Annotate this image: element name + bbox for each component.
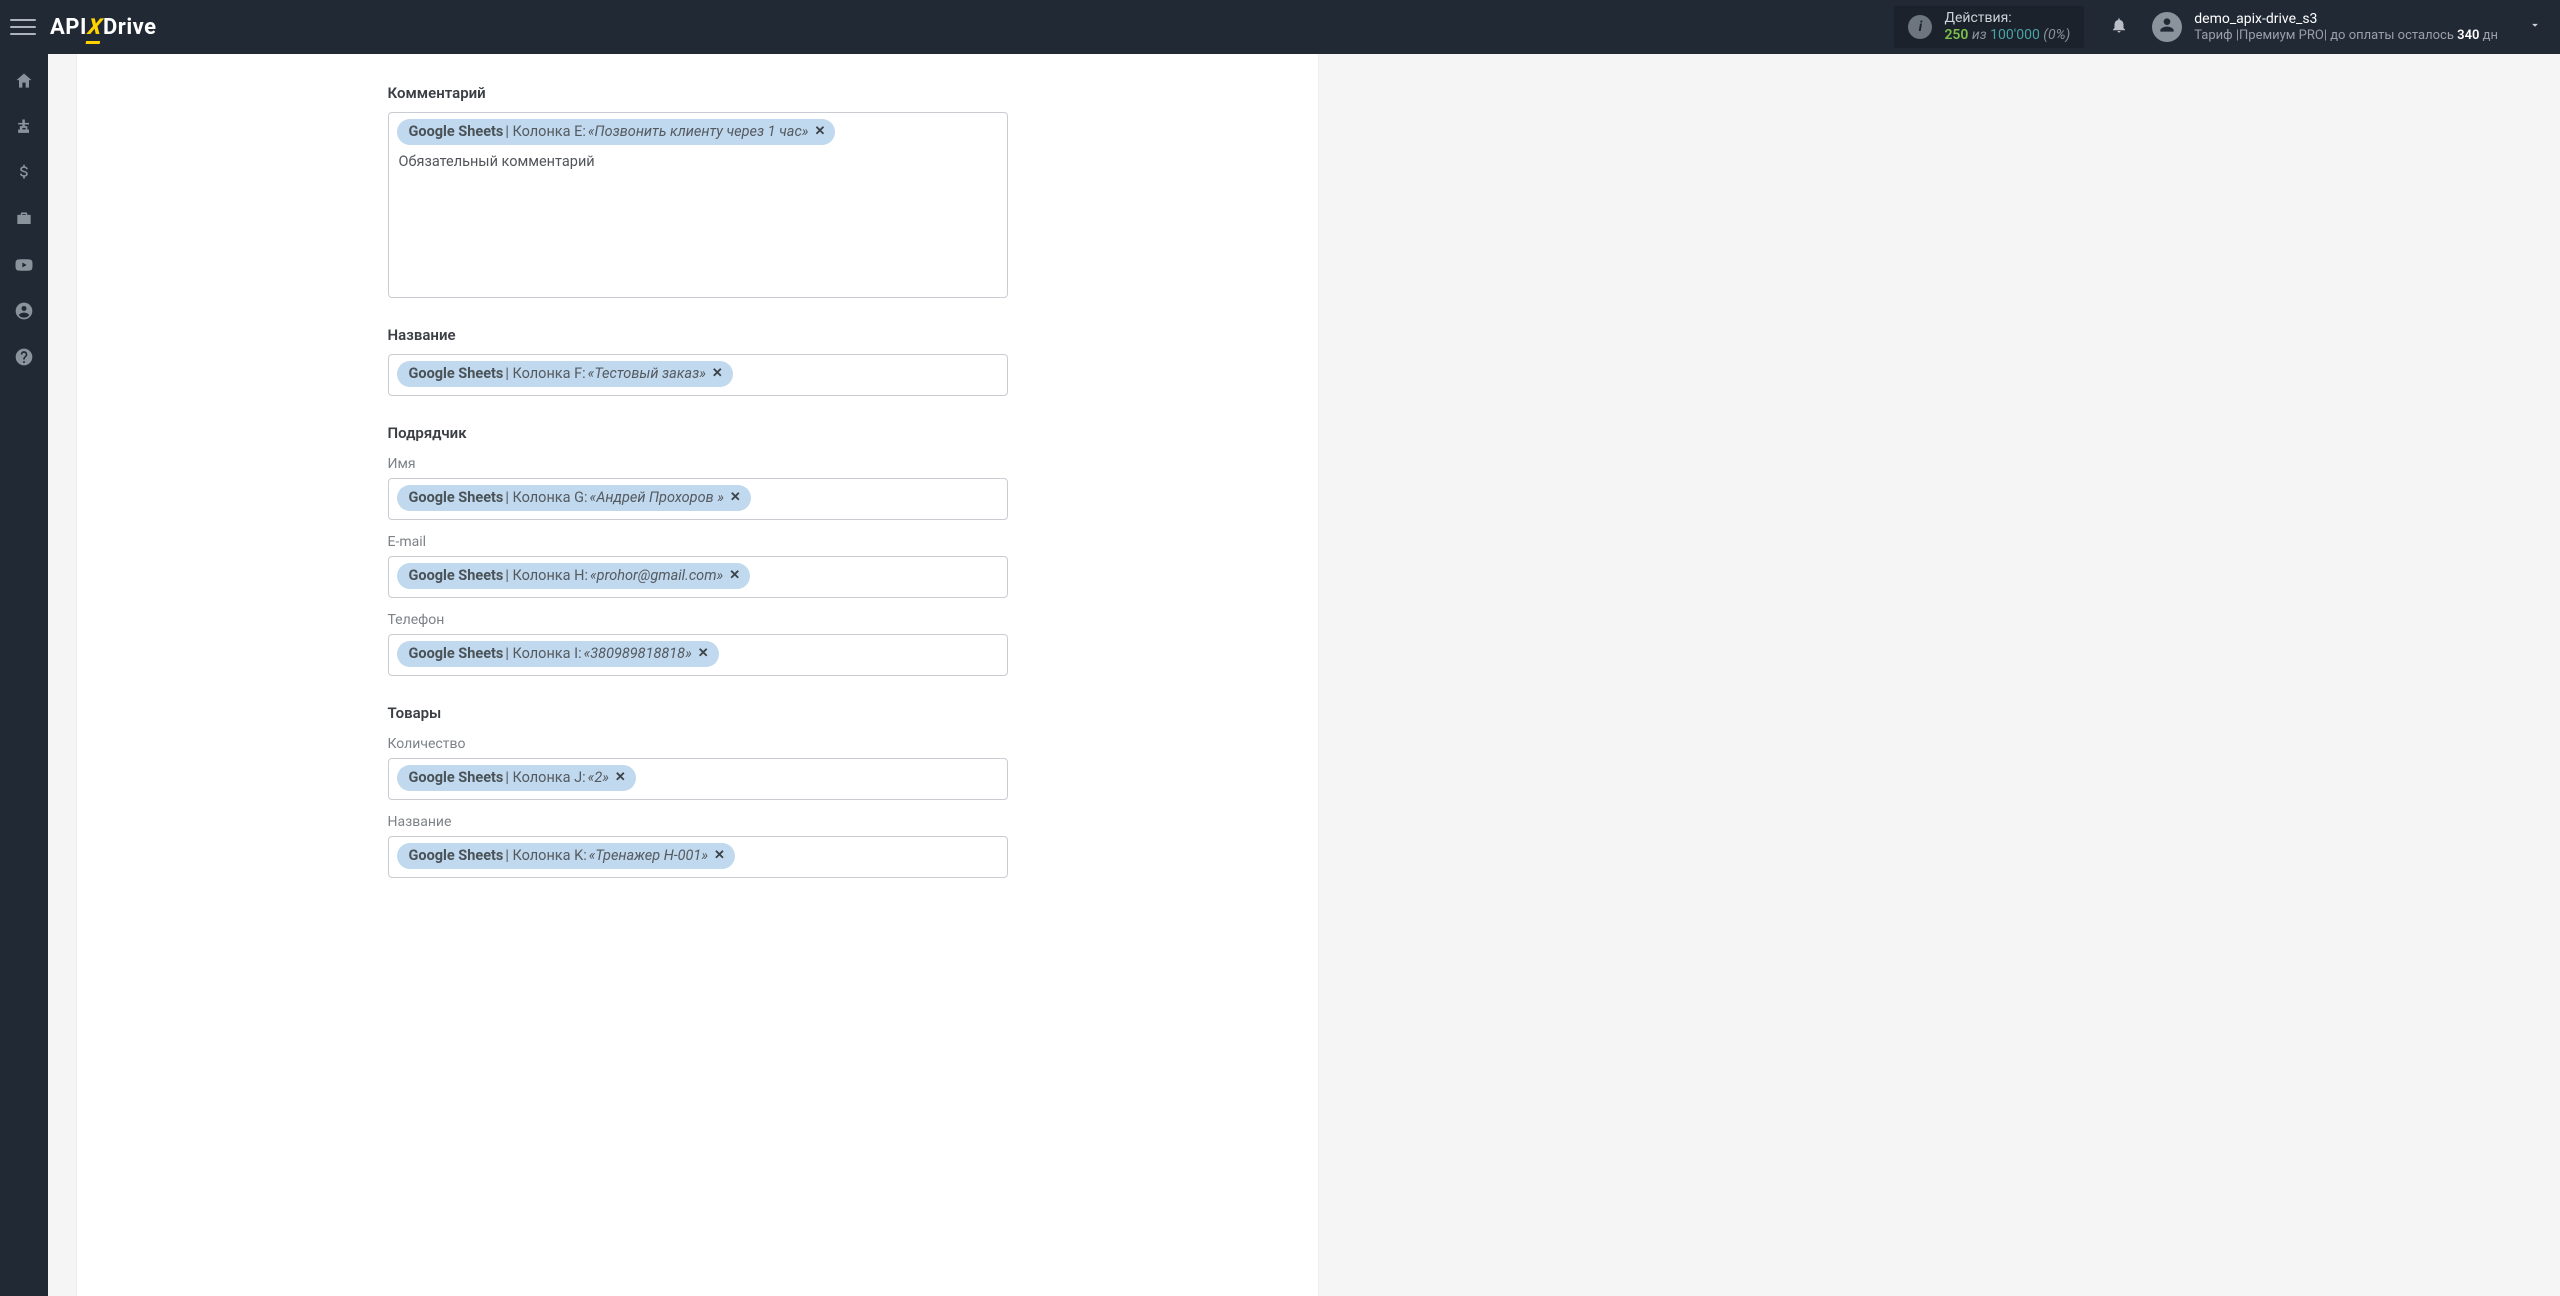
user-plan: Тариф |Премиум PRO| до оплаты осталось 3… <box>2194 28 2498 44</box>
actions-usage[interactable]: i Действия: 250 из 100'000 (0%) <box>1894 6 2084 48</box>
chevron-down-icon <box>2528 17 2542 36</box>
user-name: demo_apix-drive_s3 <box>2194 11 2498 28</box>
chip-remove-icon[interactable]: ✕ <box>730 489 741 507</box>
info-icon: i <box>1908 15 1932 39</box>
section-contractor: Подрядчик Имя Google Sheets | Колонка G:… <box>388 424 1008 676</box>
chip-remove-icon[interactable]: ✕ <box>714 847 725 865</box>
field-comment-label: Комментарий <box>388 84 1008 102</box>
notifications-button[interactable] <box>2108 16 2130 38</box>
actions-sep: из <box>1972 27 1987 43</box>
logo-part-drive: Drive <box>103 15 157 40</box>
field-comment: Комментарий Google Sheets | Колонка E: «… <box>388 84 1008 298</box>
user-menu[interactable]: demo_apix-drive_s3 Тариф |Премиум PRO| д… <box>2152 11 2542 43</box>
mapping-form: Комментарий Google Sheets | Колонка E: «… <box>388 54 1008 1256</box>
section-products: Товары Количество Google Sheets | Колонк… <box>388 704 1008 878</box>
chip-contractor-phone[interactable]: Google Sheets | Колонка I: «380989818818… <box>397 641 719 667</box>
logo-part-x: X <box>86 15 104 40</box>
content-card: Комментарий Google Sheets | Колонка E: «… <box>76 54 1319 1296</box>
logo-part-api: API <box>50 15 87 40</box>
nav-jobs[interactable] <box>13 210 35 232</box>
nav-videos[interactable] <box>13 256 35 278</box>
chip-comment[interactable]: Google Sheets | Колонка E: «Позвонить кл… <box>397 119 836 145</box>
nav-connections[interactable] <box>13 118 35 140</box>
menu-toggle[interactable] <box>10 14 36 40</box>
app-header: APIXDrive i Действия: 250 из 100'000 (0%… <box>0 0 2560 54</box>
contractor-email-input[interactable]: Google Sheets | Колонка H: «prohor@gmail… <box>388 556 1008 598</box>
comment-freetext[interactable]: Обязательный комментарий <box>397 151 999 172</box>
youtube-icon <box>14 255 34 279</box>
chip-products-qty[interactable]: Google Sheets | Колонка J: «2» ✕ <box>397 765 636 791</box>
chip-remove-icon[interactable]: ✕ <box>712 365 723 383</box>
dollar-icon <box>14 163 34 187</box>
contractor-name-label: Имя <box>388 456 1008 472</box>
contractor-phone-label: Телефон <box>388 612 1008 628</box>
bell-icon <box>2110 16 2128 38</box>
contractor-name-input[interactable]: Google Sheets | Колонка G: «Андрей Прохо… <box>388 478 1008 520</box>
actions-used: 250 <box>1944 27 1968 43</box>
user-text: demo_apix-drive_s3 Тариф |Премиум PRO| д… <box>2194 11 2498 43</box>
nav-help[interactable] <box>13 348 35 370</box>
chip-remove-icon[interactable]: ✕ <box>814 123 825 141</box>
field-title-label: Название <box>388 326 1008 344</box>
actions-pct: (0%) <box>2043 27 2070 43</box>
chip-products-name[interactable]: Google Sheets | Колонка K: «Тренажер H-0… <box>397 843 735 869</box>
actions-total: 100'000 <box>1990 27 2040 43</box>
chip-contractor-email[interactable]: Google Sheets | Колонка H: «prohor@gmail… <box>397 563 751 589</box>
field-title: Название Google Sheets | Колонка F: «Тес… <box>388 326 1008 396</box>
briefcase-icon <box>14 209 34 233</box>
chip-contractor-name[interactable]: Google Sheets | Колонка G: «Андрей Прохо… <box>397 485 751 511</box>
products-qty-input[interactable]: Google Sheets | Колонка J: «2» ✕ <box>388 758 1008 800</box>
field-title-input[interactable]: Google Sheets | Колонка F: «Тестовый зак… <box>388 354 1008 396</box>
user-icon <box>2157 15 2177 39</box>
avatar <box>2152 12 2182 42</box>
user-circle-icon <box>14 301 34 325</box>
actions-title: Действия: <box>1944 10 2070 27</box>
sidebar <box>0 54 48 1296</box>
section-products-label: Товары <box>388 704 1008 722</box>
products-qty-label: Количество <box>388 736 1008 752</box>
chip-remove-icon[interactable]: ✕ <box>698 645 709 663</box>
contractor-phone-input[interactable]: Google Sheets | Колонка I: «380989818818… <box>388 634 1008 676</box>
nav-home[interactable] <box>13 72 35 94</box>
contractor-email-label: E-mail <box>388 534 1008 550</box>
help-icon <box>14 347 34 371</box>
field-comment-input[interactable]: Google Sheets | Колонка E: «Позвонить кл… <box>388 112 1008 298</box>
products-name-input[interactable]: Google Sheets | Колонка K: «Тренажер H-0… <box>388 836 1008 878</box>
chip-remove-icon[interactable]: ✕ <box>729 567 740 585</box>
home-icon <box>14 71 34 95</box>
nav-account[interactable] <box>13 302 35 324</box>
chip-title[interactable]: Google Sheets | Колонка F: «Тестовый зак… <box>397 361 733 387</box>
actions-usage-text: Действия: 250 из 100'000 (0%) <box>1944 10 2070 44</box>
products-name-label: Название <box>388 814 1008 830</box>
sitemap-icon <box>14 117 34 141</box>
nav-billing[interactable] <box>13 164 35 186</box>
section-contractor-label: Подрядчик <box>388 424 1008 442</box>
chip-remove-icon[interactable]: ✕ <box>615 769 626 787</box>
logo[interactable]: APIXDrive <box>50 0 157 54</box>
